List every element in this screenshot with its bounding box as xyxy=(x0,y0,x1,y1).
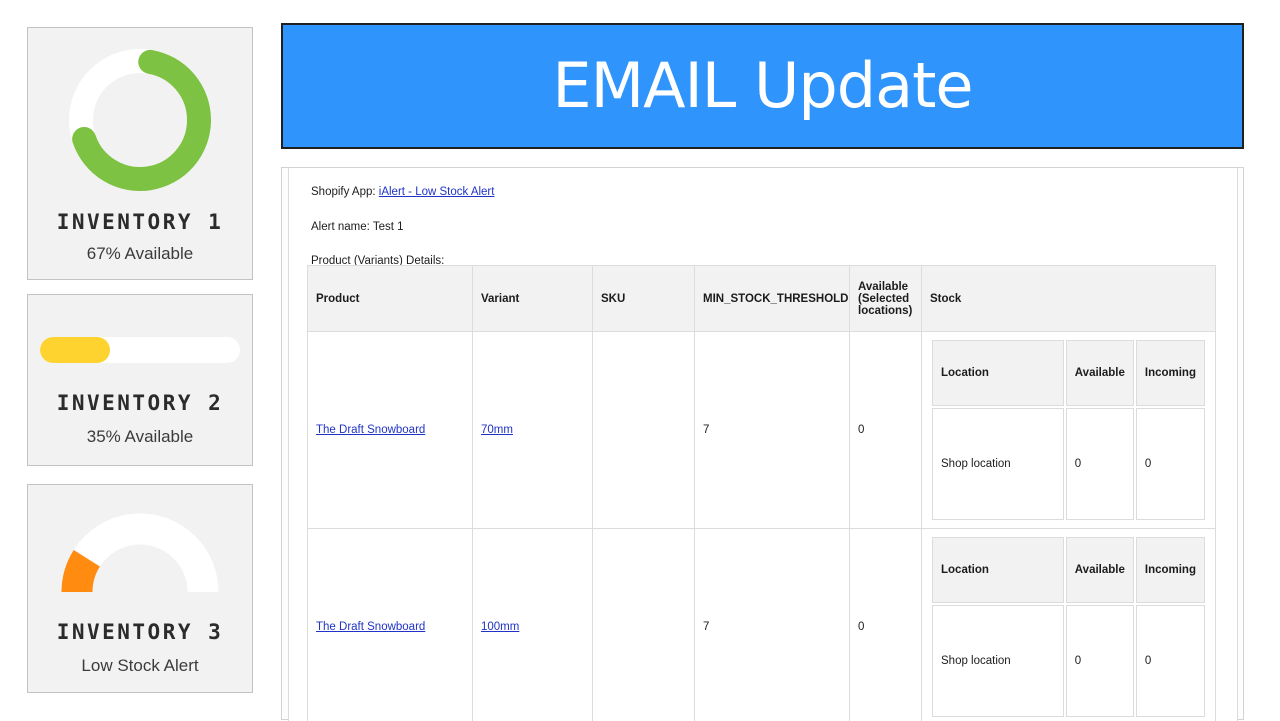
table-body: The Draft Snowboard70mm70LocationAvailab… xyxy=(308,332,1216,721)
stock-locations-header-row: LocationAvailableIncoming xyxy=(932,537,1205,603)
cell-location-incoming: 0 xyxy=(1136,408,1205,520)
linear-progress-bar xyxy=(40,337,240,363)
inventory-card-3-subtitle: Low Stock Alert xyxy=(81,656,198,676)
stock-location-row: Shop location00 xyxy=(932,408,1205,520)
inventory-stats-rail: INVENTORY 1 67% Available INVENTORY 2 35… xyxy=(27,0,255,720)
ialert-app-link[interactable]: iAlert - Low Stock Alert xyxy=(379,186,495,198)
alert-name-value: Test 1 xyxy=(373,221,404,233)
donut-gauge-icon xyxy=(60,40,220,200)
cell-stock: LocationAvailableIncomingShop location00 xyxy=(922,529,1216,721)
cell-product: The Draft Snowboard xyxy=(308,332,473,529)
th-available-selected-locations: Available (Selected locations) xyxy=(850,266,922,332)
th-sku: SKU xyxy=(593,266,695,332)
linear-progress-fill xyxy=(40,337,110,363)
cell-location-available: 0 xyxy=(1066,605,1134,717)
cell-min-stock-threshold: 7 xyxy=(695,332,850,529)
th-location: Location xyxy=(932,340,1064,406)
th-location-incoming: Incoming xyxy=(1136,340,1205,406)
email-meta-details-line: Product (Variants) Details: xyxy=(289,233,1237,268)
inventory-card-1-title: INVENTORY 1 xyxy=(57,210,224,234)
th-product: Product xyxy=(308,266,473,332)
th-location-available: Available xyxy=(1066,340,1134,406)
email-preview-column: EMAIL Update Shopify App: iAlert - Low S… xyxy=(280,0,1245,720)
cell-available-selected-locations: 0 xyxy=(850,529,922,721)
inventory-card-2-subtitle: 35% Available xyxy=(87,427,194,447)
th-location-incoming: Incoming xyxy=(1136,537,1205,603)
inventory-card-1: INVENTORY 1 67% Available xyxy=(27,27,253,280)
table-header: Product Variant SKU MIN_STOCK_THRESHOLD … xyxy=(308,266,1216,332)
stock-location-row: Shop location00 xyxy=(932,605,1205,717)
email-message-panel: Shopify App: iAlert - Low Stock Alert Al… xyxy=(281,167,1244,720)
th-stock: Stock xyxy=(922,266,1216,332)
email-message-body: Shopify App: iAlert - Low Stock Alert Al… xyxy=(288,168,1238,721)
th-location: Location xyxy=(932,537,1064,603)
email-banner-title: EMAIL Update xyxy=(552,55,972,117)
table-row: The Draft Snowboard100mm70LocationAvaila… xyxy=(308,529,1216,721)
email-meta-app-line: Shopify App: iAlert - Low Stock Alert xyxy=(289,168,1237,199)
cell-product: The Draft Snowboard xyxy=(308,529,473,721)
alert-name-label: Alert name: xyxy=(311,221,370,233)
cell-sku xyxy=(593,332,695,529)
product-variants-table: Product Variant SKU MIN_STOCK_THRESHOLD … xyxy=(307,265,1216,721)
th-location-available: Available xyxy=(1066,537,1134,603)
inventory-card-2: INVENTORY 2 35% Available xyxy=(27,294,253,466)
cell-sku xyxy=(593,529,695,721)
cell-available-selected-locations: 0 xyxy=(850,332,922,529)
inventory-card-1-subtitle: 67% Available xyxy=(87,244,194,264)
cell-min-stock-threshold: 7 xyxy=(695,529,850,721)
variant-link[interactable]: 70mm xyxy=(481,424,513,436)
variant-link[interactable]: 100mm xyxy=(481,621,519,633)
product-link[interactable]: The Draft Snowboard xyxy=(316,424,425,436)
cell-location: Shop location xyxy=(932,605,1064,717)
inventory-card-3: INVENTORY 3 Low Stock Alert xyxy=(27,484,253,693)
inventory-card-3-title: INVENTORY 3 xyxy=(57,620,224,644)
cell-location-incoming: 0 xyxy=(1136,605,1205,717)
shopify-app-label: Shopify App: xyxy=(311,186,376,198)
email-update-banner: EMAIL Update xyxy=(281,23,1244,149)
th-variant: Variant xyxy=(473,266,593,332)
cell-variant: 70mm xyxy=(473,332,593,529)
email-meta-alert-line: Alert name: Test 1 xyxy=(289,199,1237,234)
cell-variant: 100mm xyxy=(473,529,593,721)
product-link[interactable]: The Draft Snowboard xyxy=(316,621,425,633)
cell-stock: LocationAvailableIncomingShop location00 xyxy=(922,332,1216,529)
stock-locations-header-row: LocationAvailableIncoming xyxy=(932,340,1205,406)
table-header-row: Product Variant SKU MIN_STOCK_THRESHOLD … xyxy=(308,266,1216,332)
stock-locations-table: LocationAvailableIncomingShop location00 xyxy=(930,535,1207,719)
semicircle-gauge-icon xyxy=(55,507,225,599)
inventory-card-2-title: INVENTORY 2 xyxy=(57,391,224,415)
cell-location: Shop location xyxy=(932,408,1064,520)
th-min-stock-threshold: MIN_STOCK_THRESHOLD xyxy=(695,266,850,332)
table-row: The Draft Snowboard70mm70LocationAvailab… xyxy=(308,332,1216,529)
cell-location-available: 0 xyxy=(1066,408,1134,520)
stock-locations-table: LocationAvailableIncomingShop location00 xyxy=(930,338,1207,522)
